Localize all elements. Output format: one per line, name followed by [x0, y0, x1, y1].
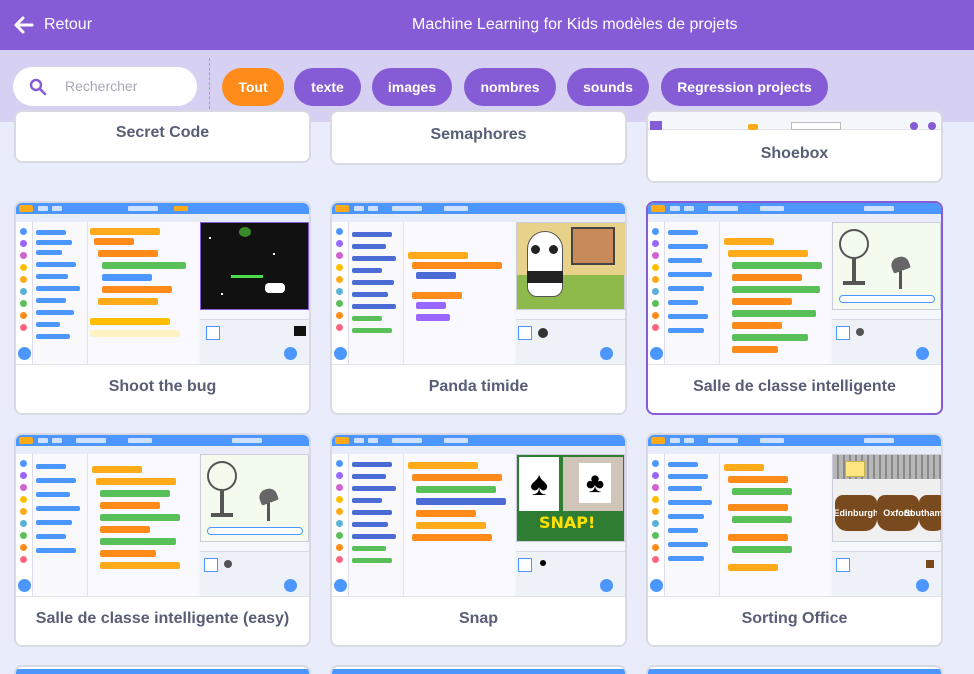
city-bag-label: Edinburgh: [834, 495, 879, 531]
project-card-label: Semaphores: [430, 126, 527, 143]
project-card-label: Sorting Office: [741, 610, 848, 627]
filter-regression-projects[interactable]: Regression projects: [661, 68, 828, 106]
project-card[interactable]: [14, 665, 311, 674]
project-thumbnail: ♠ ♣ SNAP!: [332, 435, 625, 597]
back-button[interactable]: Retour: [14, 0, 92, 50]
city-bag-label: Southampton: [904, 495, 941, 531]
project-card-shoot-the-bug[interactable]: Shoot the bug: [14, 201, 311, 415]
project-card-secret-code[interactable]: Secret Code: [14, 110, 311, 163]
project-card-label: Salle de classe intelligente (easy): [35, 610, 290, 627]
filter-divider: [209, 58, 210, 114]
filter-tout[interactable]: Tout: [222, 68, 284, 106]
project-card-label: Shoebox: [760, 145, 829, 162]
project-card-shoebox[interactable]: Shoebox: [646, 110, 943, 183]
project-card-semaphores[interactable]: Semaphores: [330, 110, 627, 165]
search-icon: [29, 78, 47, 96]
project-thumbnail: [648, 112, 941, 130]
search-input[interactable]: [65, 75, 185, 97]
project-card-label: Secret Code: [115, 124, 210, 141]
project-thumbnail: Edinburgh Oxford Southampton: [648, 435, 941, 597]
filter-images[interactable]: images: [372, 68, 452, 106]
project-card-label: Salle de classe intelligente: [693, 378, 896, 395]
page-title: Machine Learning for Kids modèles de pro…: [412, 16, 738, 33]
project-card-label: Shoot the bug: [108, 378, 217, 395]
project-card-salle-de-classe-intelligente[interactable]: Salle de classe intelligente: [646, 201, 943, 415]
back-label: Retour: [44, 16, 93, 33]
project-card[interactable]: [646, 665, 943, 674]
project-thumbnail: [332, 203, 625, 365]
project-card-sorting-office[interactable]: Edinburgh Oxford Southampton Sorting Off…: [646, 433, 943, 647]
snap-banner: SNAP!: [539, 513, 596, 532]
arrow-left-icon: [14, 16, 34, 34]
project-card-snap[interactable]: ♠ ♣ SNAP! Snap: [330, 433, 627, 647]
filter-texte[interactable]: texte: [294, 68, 361, 106]
project-card-label: Snap: [458, 610, 499, 627]
filter-nombres[interactable]: nombres: [464, 68, 556, 106]
project-card[interactable]: [330, 665, 627, 674]
project-thumbnail: [16, 203, 309, 365]
project-thumbnail: [16, 435, 309, 597]
project-thumbnail: [648, 203, 941, 365]
filter-sounds[interactable]: sounds: [567, 68, 649, 106]
project-card-panda-timide[interactable]: Panda timide: [330, 201, 627, 415]
project-card-salle-de-classe-intelligente-easy[interactable]: Salle de classe intelligente (easy): [14, 433, 311, 647]
project-card-label: Panda timide: [428, 378, 529, 395]
app-header: Retour Machine Learning for Kids modèles…: [0, 0, 974, 50]
search-box[interactable]: [13, 67, 197, 106]
